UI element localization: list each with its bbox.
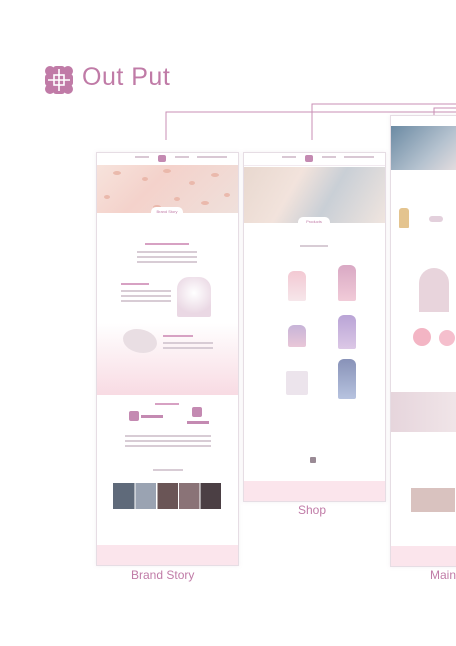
promo-banner-image bbox=[411, 488, 455, 512]
brand-story-caption: Brand Story bbox=[131, 568, 195, 582]
fabric-banner-image bbox=[244, 167, 385, 223]
main-caption: Main bbox=[430, 568, 456, 582]
brand-mood-image bbox=[97, 323, 238, 395]
bi-logo-icon bbox=[129, 411, 139, 421]
mockup-footer bbox=[244, 481, 385, 501]
mockup-nav-bar bbox=[244, 153, 385, 166]
product-bag-image bbox=[286, 371, 308, 395]
product-dress-image bbox=[338, 315, 356, 349]
brand-story-page-mockup: Brand Story bbox=[96, 152, 239, 566]
product-shoe-image bbox=[429, 216, 443, 222]
product-dress-image bbox=[288, 325, 306, 347]
flower-icon bbox=[439, 330, 455, 346]
arch-image bbox=[419, 268, 449, 312]
gallery-image bbox=[391, 392, 456, 432]
mockup-logo-icon bbox=[158, 155, 166, 162]
main-page-mockup bbox=[390, 115, 456, 567]
mockup-logo-icon bbox=[305, 155, 313, 162]
flower-icon bbox=[413, 328, 431, 346]
banner-tag: Brand Story bbox=[151, 207, 183, 217]
mockup-footer bbox=[97, 545, 238, 565]
hero-banner-image bbox=[391, 126, 456, 170]
product-dress-image bbox=[399, 208, 409, 228]
product-dress-image bbox=[338, 265, 356, 301]
history-photo-strip bbox=[113, 483, 221, 509]
page-connector-lines bbox=[165, 103, 456, 140]
hanbok-fabric-image bbox=[177, 277, 211, 317]
mockup-footer bbox=[391, 546, 456, 566]
bi-logo-icon bbox=[192, 407, 202, 417]
product-dress-image bbox=[288, 271, 306, 301]
pagination-icon[interactable] bbox=[310, 457, 316, 463]
petals-banner-image bbox=[97, 165, 238, 213]
shop-caption: Shop bbox=[298, 503, 327, 517]
shop-page-mockup: Products bbox=[243, 152, 386, 502]
banner-tag: Products bbox=[298, 217, 330, 227]
product-dress-image bbox=[338, 359, 356, 399]
